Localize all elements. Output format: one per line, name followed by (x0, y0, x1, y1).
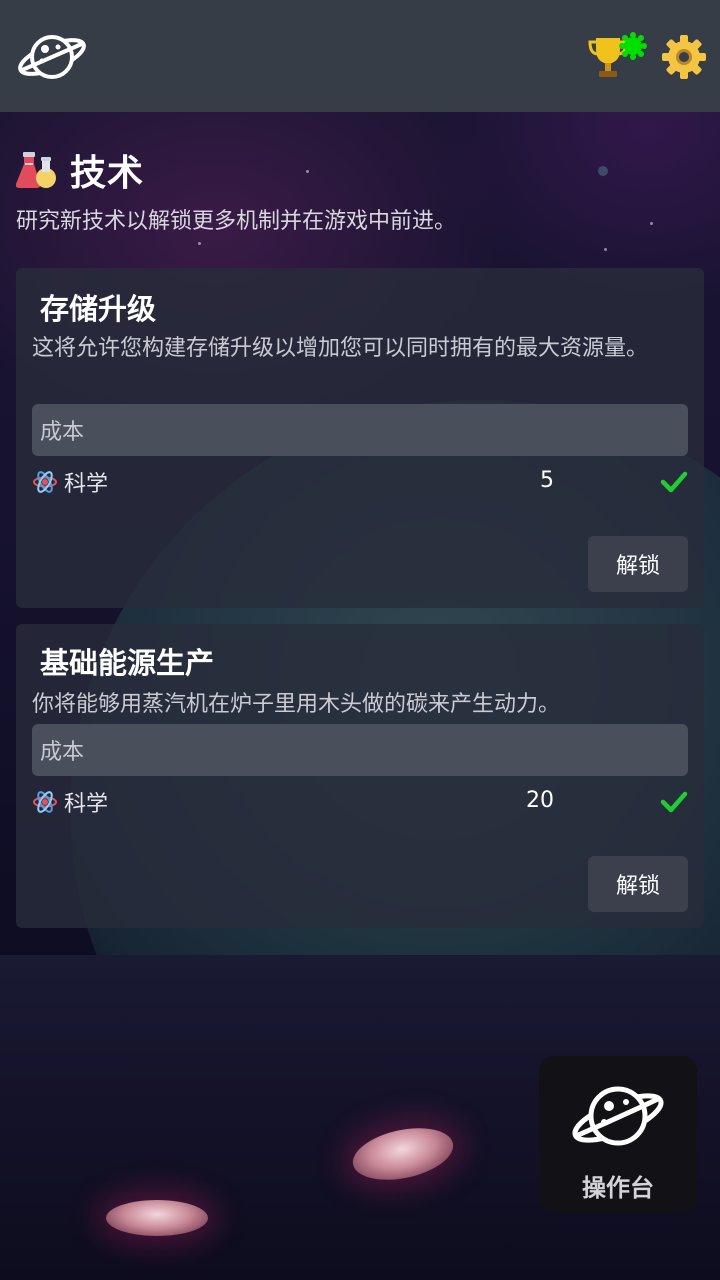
cost-header: 成本 (32, 724, 688, 776)
console-label: 操作台 (582, 1174, 654, 1202)
checkmark-icon (660, 791, 688, 813)
tech-description: 这将允许您构建存储升级以增加您可以同时拥有的最大资源量。 (32, 336, 649, 361)
page-subtitle: 研究新技术以解锁更多机制并在游戏中前进。 (16, 209, 457, 234)
unlock-button[interactable]: 解锁 (588, 856, 688, 912)
gear-icon[interactable] (661, 34, 707, 80)
cost-row-science: 科学 5 (32, 464, 688, 500)
notification-badge (619, 32, 647, 60)
unlock-button[interactable]: 解锁 (588, 536, 688, 592)
trophy-icon[interactable] (588, 32, 648, 82)
planet-icon[interactable] (14, 27, 90, 87)
resource-name: 科学 (64, 792, 109, 817)
glowing-crater (106, 1200, 208, 1236)
atom-icon (33, 471, 57, 493)
tech-card-storage-upgrade: 存储升级 这将允许您构建存储升级以增加您可以同时拥有的最大资源量。 成本 科学 … (16, 268, 704, 608)
flask-icon (16, 152, 56, 188)
star (598, 166, 608, 176)
star (604, 248, 607, 251)
resource-name: 科学 (64, 472, 109, 497)
resource-amount: 5 (540, 468, 554, 493)
checkmark-icon (660, 471, 688, 493)
tech-title: 基础能源生产 (40, 646, 215, 680)
page-title: 技术 (70, 153, 145, 194)
tech-description: 你将能够用蒸汽机在炉子里用木头做的碳来产生动力。 (32, 692, 561, 717)
cost-label: 成本 (40, 420, 85, 445)
resource-amount: 20 (526, 788, 554, 813)
atom-icon (33, 791, 57, 813)
star (198, 242, 201, 245)
cost-header: 成本 (32, 404, 688, 456)
planet-icon (572, 1086, 664, 1146)
tech-card-basic-energy-production: 基础能源生产 你将能够用蒸汽机在炉子里用木头做的碳来产生动力。 成本 科学 20… (16, 624, 704, 928)
console-button[interactable]: 操作台 (539, 1056, 697, 1212)
top-bar (0, 0, 720, 112)
star (306, 170, 309, 173)
cost-row-science: 科学 20 (32, 784, 688, 820)
tech-title: 存储升级 (40, 292, 157, 326)
page-heading: 技术 (16, 146, 144, 194)
cost-label: 成本 (40, 740, 85, 765)
star (650, 222, 653, 225)
